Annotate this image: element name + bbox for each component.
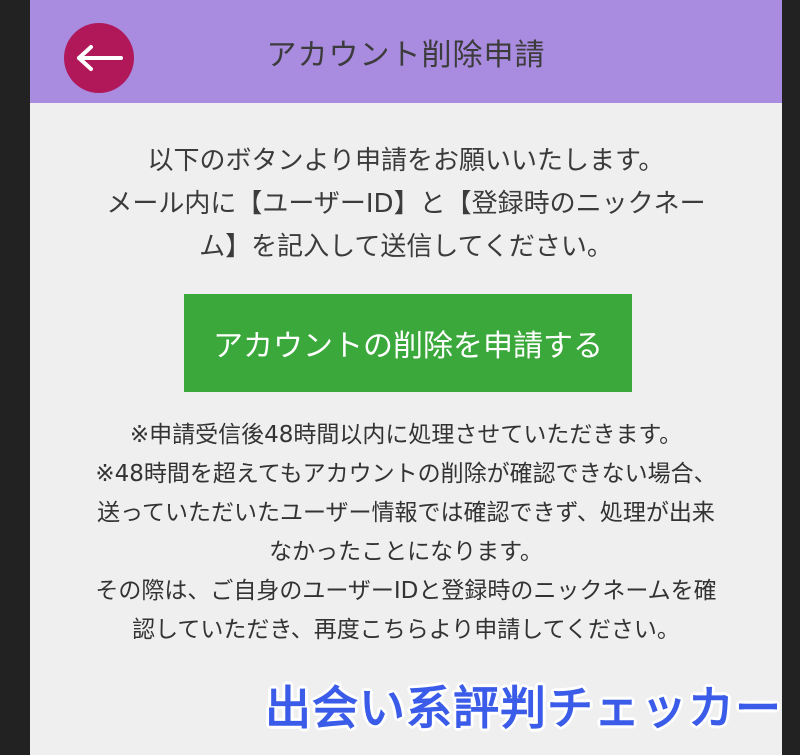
app-screen: アカウント削除申請 以下のボタンより申請をお願いいたします。 メール内に【ユーザ…	[30, 0, 782, 755]
note-line: なかったことになります。	[269, 539, 543, 565]
note-line: ※申請受信後48時間以内に処理させていただきます。	[129, 422, 683, 448]
intro-line: 以下のボタンより申請をお願いいたします。	[147, 146, 665, 176]
notes-text: ※申請受信後48時間以内に処理させていただきます。 ※48時間を超えてもアカウン…	[40, 416, 772, 650]
header-bar: アカウント削除申請	[30, 0, 782, 103]
phone-frame: アカウント削除申請 以下のボタンより申請をお願いいたします。 メール内に【ユーザ…	[0, 0, 800, 755]
watermark-text: 出会い系評判チェッカー	[265, 681, 782, 735]
note-line: ※48時間を超えてもアカウントの削除が確認できない場合、	[95, 461, 717, 487]
intro-text: 以下のボタンより申請をお願いいたします。 メール内に【ユーザーID】と【登録時の…	[50, 140, 762, 269]
note-line: 送っていただいたユーザー情報では確認できず、処理が出来	[97, 500, 715, 526]
note-line: その際は、ご自身のユーザーIDと登録時のニックネームを確	[95, 578, 717, 604]
intro-line: メール内に【ユーザーID】と【登録時のニックネー	[106, 189, 706, 219]
page-title: アカウント削除申請	[266, 38, 546, 73]
intro-line: ム】を記入して送信してください。	[199, 232, 613, 262]
note-line: 認していただき、再度こちらより申請してください。	[132, 617, 680, 643]
request-deletion-button[interactable]: アカウントの削除を申請する	[184, 294, 632, 392]
